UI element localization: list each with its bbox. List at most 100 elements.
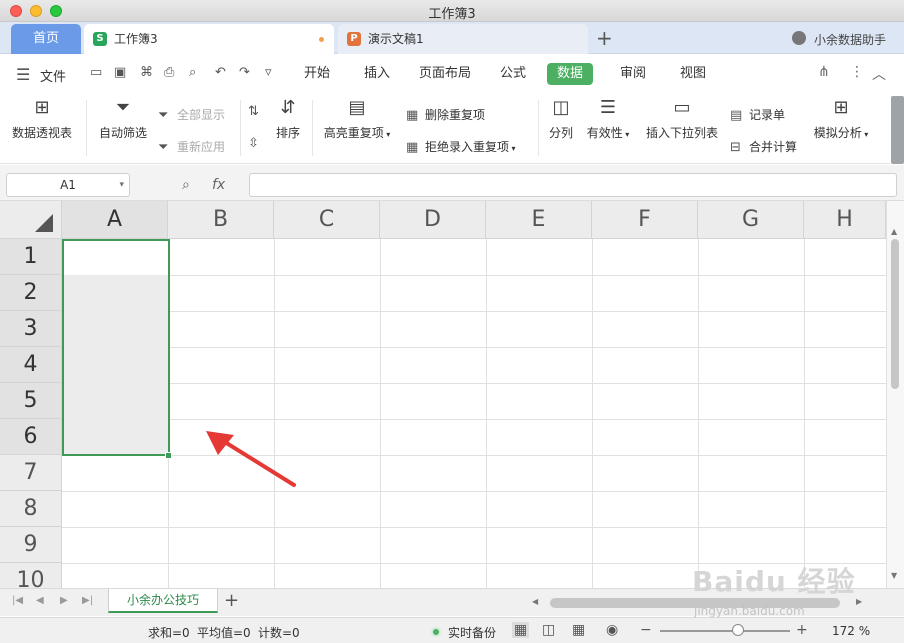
menu-view[interactable]: 视图 — [670, 63, 716, 85]
new-tab-button[interactable]: + — [596, 24, 613, 52]
more-options-icon[interactable]: ⋮ — [850, 64, 864, 80]
tab-workbook3[interactable]: S 工作簿3 — [84, 24, 334, 54]
sort-custom-icon: ⇳ — [248, 136, 259, 151]
row-header-7[interactable]: 7 — [0, 455, 62, 491]
active-cell-a1[interactable] — [64, 241, 168, 275]
column-header-c[interactable]: C — [274, 201, 380, 239]
row-header-6[interactable]: 6 — [0, 419, 62, 455]
presentation-icon: P — [347, 32, 361, 46]
fill-handle[interactable] — [165, 452, 172, 459]
grid-line — [380, 239, 381, 588]
menu-data[interactable]: 数据 — [547, 63, 594, 85]
status-average: 平均值=0 — [197, 626, 251, 640]
tab-presentation1[interactable]: P 演示文稿1 — [338, 24, 588, 54]
customize-dropdown-icon[interactable]: ▿ — [265, 65, 272, 80]
open-folder-icon[interactable]: ▭ — [90, 65, 102, 80]
undo-icon[interactable]: ↶ — [215, 65, 226, 80]
realtime-backup-button[interactable]: 实时备份 — [448, 624, 496, 641]
menu-insert[interactable]: 插入 — [354, 63, 400, 85]
tab-label: 演示文稿1 — [368, 32, 424, 46]
grid-line — [804, 239, 805, 588]
what-if-analysis-button[interactable]: ⊞ 模拟分析 ▾ — [808, 96, 874, 141]
scroll-down-icon[interactable]: ▼ — [891, 571, 897, 580]
menu-review[interactable]: 审阅 — [610, 63, 656, 85]
print-preview-icon[interactable]: ⌕ — [189, 65, 196, 80]
sheet-tab-active[interactable]: 小余办公技巧 — [108, 589, 218, 613]
menu-home[interactable]: 开始 — [294, 63, 340, 85]
save-icon[interactable]: ▣ — [114, 65, 126, 80]
row-header-10[interactable]: 10 — [0, 563, 62, 588]
redo-icon[interactable]: ↷ — [239, 65, 250, 80]
spreadsheet-grid[interactable]: A B C D E F G H 1 2 3 4 5 6 7 8 9 10 — [0, 201, 886, 588]
add-sheet-button[interactable]: + — [224, 590, 239, 611]
tab-label: 工作簿3 — [114, 32, 158, 46]
dropdown-list-icon: ▭ — [673, 97, 691, 118]
column-header-e[interactable]: E — [486, 201, 592, 239]
validity-button[interactable]: ☰ 有效性 ▾ — [582, 96, 634, 141]
page-layout-view-icon[interactable]: ◫ — [542, 622, 555, 638]
first-sheet-icon[interactable]: |◀ — [12, 595, 23, 606]
name-box[interactable]: A1 ▾ — [6, 173, 130, 197]
grid-line — [698, 239, 699, 588]
zoom-slider-track[interactable] — [660, 630, 790, 632]
formula-input[interactable] — [249, 173, 897, 197]
scroll-left-icon[interactable]: ◀ — [532, 597, 538, 606]
row-header-4[interactable]: 4 — [0, 347, 62, 383]
autofilter-button[interactable]: ⏷ 自动筛选 — [94, 96, 152, 141]
row-header-2[interactable]: 2 — [0, 275, 62, 311]
selected-range-a1-a6[interactable] — [62, 239, 170, 456]
spreadsheet-icon: S — [93, 32, 107, 46]
row-header-1[interactable]: 1 — [0, 239, 62, 275]
vertical-scrollbar[interactable]: ▲ ▼ — [886, 201, 904, 588]
share-icon[interactable]: ⋔ — [818, 64, 830, 80]
normal-view-icon[interactable]: ▦ — [512, 622, 530, 638]
format-painter-icon[interactable]: ⌘ — [140, 65, 153, 80]
delete-duplicates-button[interactable]: ▦ 删除重复项 — [406, 106, 485, 123]
zoom-out-button[interactable]: − — [640, 622, 652, 638]
column-header-b[interactable]: B — [168, 201, 274, 239]
red-arrow-annotation — [206, 431, 296, 487]
eye-protection-icon[interactable]: ◉ — [606, 622, 618, 638]
avatar[interactable] — [792, 31, 806, 45]
reapply-button[interactable]: ⏷ 重新应用 — [158, 138, 225, 155]
ribbon-scroll-handle[interactable] — [891, 96, 904, 164]
insert-function-icon[interactable]: fx — [212, 177, 225, 193]
select-all-corner[interactable] — [0, 201, 62, 239]
insert-dropdown-list-button[interactable]: ▭ 插入下拉列表 — [642, 96, 722, 141]
zoom-search-icon[interactable]: ⌕ — [182, 177, 190, 193]
collapse-ribbon-icon[interactable]: ︿ — [872, 64, 886, 84]
reject-duplicates-button[interactable]: ▦ 拒绝录入重复项 ▾ — [406, 138, 516, 155]
print-icon[interactable]: ⎙ — [164, 65, 174, 80]
hamburger-menu-icon[interactable]: ☰ — [16, 65, 30, 84]
column-header-a[interactable]: A — [62, 201, 168, 239]
row-header-9[interactable]: 9 — [0, 527, 62, 563]
column-header-h[interactable]: H — [804, 201, 886, 239]
grid-line — [62, 311, 886, 312]
text-to-columns-button[interactable]: ◫ 分列 — [544, 96, 578, 141]
record-form-button[interactable]: ▤ 记录单 — [730, 106, 785, 123]
consolidate-button[interactable]: ⊟ 合并计算 — [730, 138, 797, 155]
sort-custom-button[interactable]: ⇳ — [248, 136, 267, 151]
show-all-button[interactable]: ⏷ 全部显示 — [158, 106, 225, 123]
sort-ascending-button[interactable]: ⇅ — [248, 104, 267, 119]
sort-button[interactable]: ⇵ 排序 — [272, 96, 304, 141]
tab-home[interactable]: 首页 — [11, 24, 81, 54]
next-sheet-icon[interactable]: ▶ — [60, 595, 68, 606]
column-header-d[interactable]: D — [380, 201, 486, 239]
column-header-f[interactable]: F — [592, 201, 698, 239]
menu-page-layout[interactable]: 页面布局 — [409, 63, 481, 85]
scroll-up-icon[interactable]: ▲ — [891, 227, 897, 236]
pivot-table-button[interactable]: ⊞ 数据透视表 — [8, 96, 76, 141]
prev-sheet-icon[interactable]: ◀ — [36, 595, 44, 606]
user-name[interactable]: 小余数据助手 — [814, 31, 886, 48]
row-header-5[interactable]: 5 — [0, 383, 62, 419]
highlight-duplicates-button[interactable]: ▤ 高亮重复项 ▾ — [318, 96, 396, 141]
page-break-view-icon[interactable]: ▦ — [572, 622, 585, 638]
last-sheet-icon[interactable]: ▶| — [82, 595, 93, 606]
menu-formulas[interactable]: 公式 — [490, 63, 536, 85]
column-header-g[interactable]: G — [698, 201, 804, 239]
menu-file[interactable]: 文件 — [40, 66, 66, 85]
vertical-scroll-thumb[interactable] — [891, 239, 899, 389]
row-header-8[interactable]: 8 — [0, 491, 62, 527]
row-header-3[interactable]: 3 — [0, 311, 62, 347]
